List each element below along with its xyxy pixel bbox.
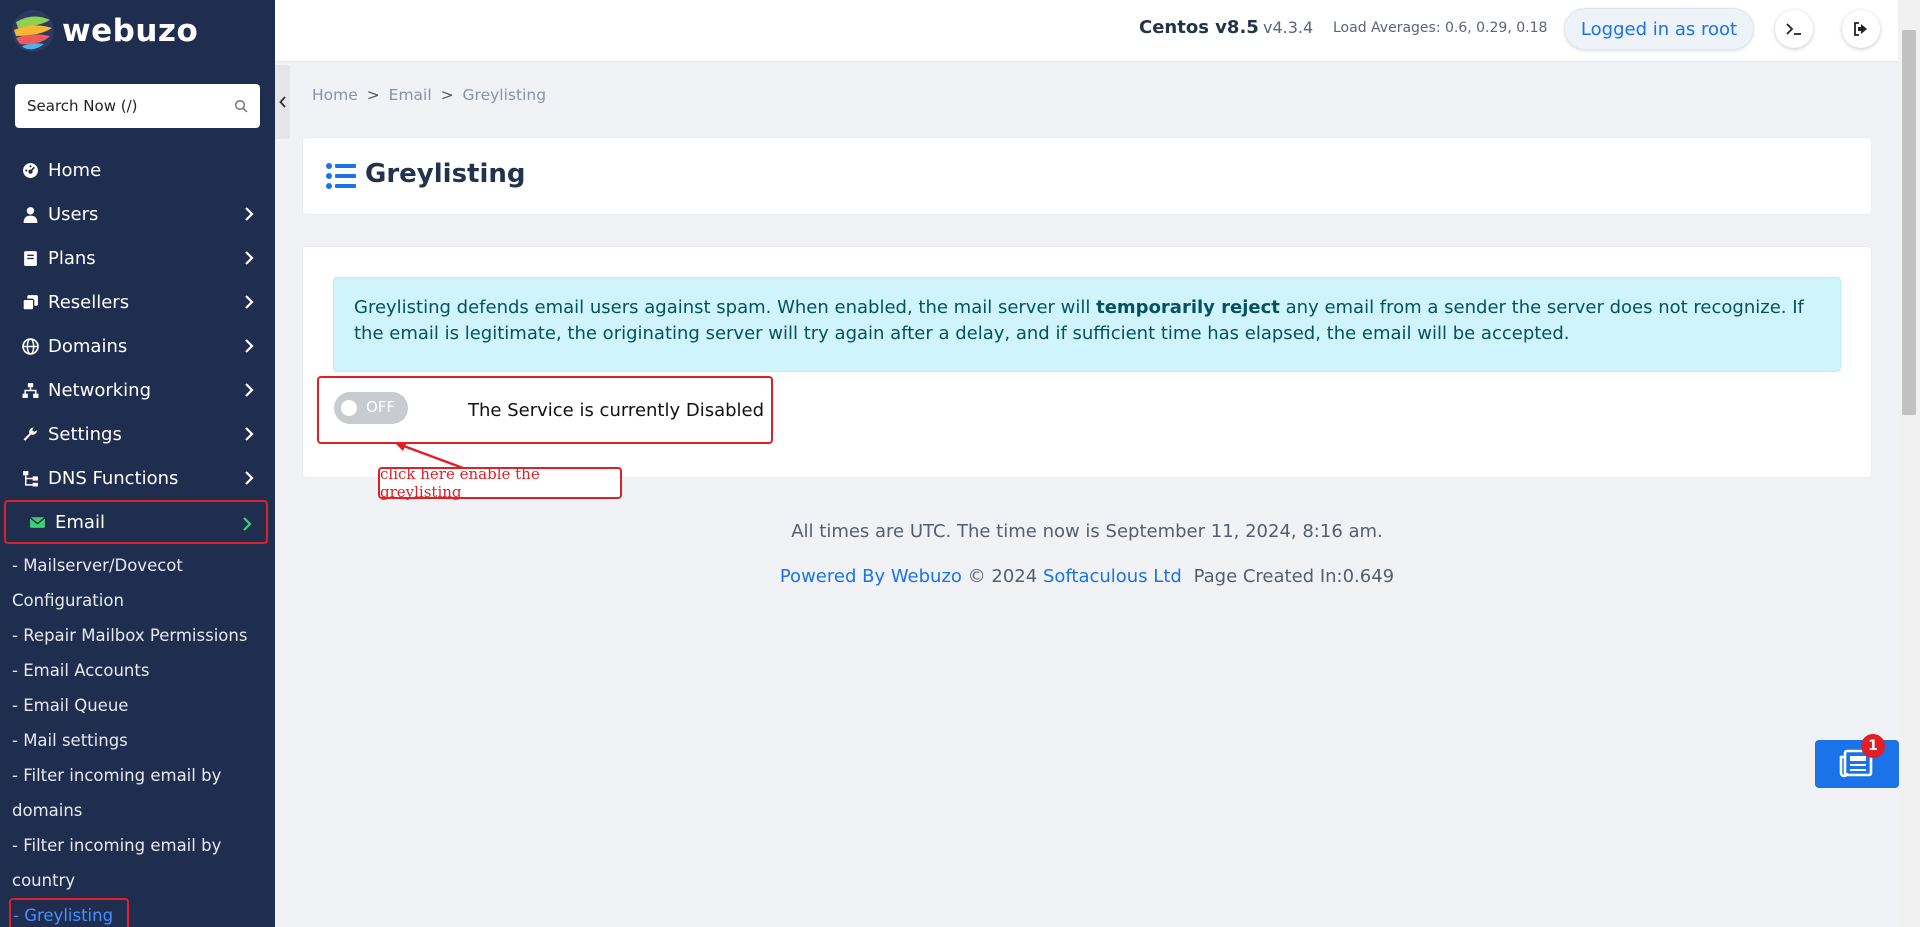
sidebar-item-label: DNS Functions xyxy=(48,467,179,489)
sidebar-item-label: Home xyxy=(48,159,102,181)
chevron-right-icon xyxy=(245,383,254,397)
submenu-filter-country[interactable]: - Filter incoming email by xyxy=(12,828,272,863)
search-box xyxy=(15,84,260,128)
copyright-text: © 2024 xyxy=(967,566,1038,587)
submenu-filter-country-cont[interactable]: country xyxy=(12,863,272,898)
chevron-right-icon xyxy=(245,251,254,265)
sidebar-item-label: Plans xyxy=(48,247,96,269)
copy-icon xyxy=(20,292,40,312)
webuzo-version: v4.3.4 xyxy=(1263,18,1314,37)
breadcrumb-current: Greylisting xyxy=(462,86,547,104)
os-version: Centos v8.5 xyxy=(1139,17,1259,38)
dashboard-icon xyxy=(20,160,40,180)
sidebar-item-dns-functions[interactable]: DNS Functions xyxy=(0,456,275,500)
submenu-filter-domains-cont[interactable]: domains xyxy=(12,793,272,828)
footer-powered: Powered By Webuzo © 2024 Softaculous Ltd… xyxy=(302,566,1872,587)
logo-text: webuzo xyxy=(62,13,199,49)
network-icon xyxy=(20,380,40,400)
sidebar-item-home[interactable]: Home xyxy=(0,148,275,192)
sidebar-item-label: Email xyxy=(55,511,105,533)
sidebar-item-email[interactable]: Email xyxy=(4,500,268,544)
sitemap-icon xyxy=(20,468,40,488)
submenu-email-accounts[interactable]: - Email Accounts xyxy=(12,653,272,688)
logo[interactable]: webuzo xyxy=(10,6,198,56)
scrollbar-thumb[interactable] xyxy=(1902,30,1916,415)
topbar: Centos v8.5 v4.3.4 Load Averages: 0.6, 0… xyxy=(275,0,1920,62)
page-title: Greylisting xyxy=(365,159,526,189)
webuzo-logo-icon xyxy=(12,10,54,52)
breadcrumb-separator: > xyxy=(366,86,380,104)
service-status-text: The Service is currently Disabled xyxy=(468,400,765,421)
chevron-right-icon xyxy=(245,427,254,441)
annotation-label: click here enable the greylisting xyxy=(378,465,622,501)
greylisting-card: Greylisting defends email users against … xyxy=(302,246,1872,478)
logout-icon xyxy=(1854,22,1867,36)
logout-button[interactable] xyxy=(1842,10,1880,48)
breadcrumb-home[interactable]: Home xyxy=(312,86,358,104)
breadcrumb-separator: > xyxy=(440,86,454,104)
info-text-before: Greylisting defends email users against … xyxy=(354,297,1097,318)
info-text-bold: temporarily reject xyxy=(1096,297,1280,318)
info-alert: Greylisting defends email users against … xyxy=(333,277,1841,372)
sidebar-item-networking[interactable]: Networking xyxy=(0,368,275,412)
submenu-email-queue[interactable]: - Email Queue xyxy=(12,688,272,723)
user-icon xyxy=(20,204,40,224)
chevron-right-icon xyxy=(245,295,254,309)
search-icon[interactable] xyxy=(234,99,248,113)
sidebar-item-label: Settings xyxy=(48,423,122,445)
powered-by-link[interactable]: Powered By Webuzo xyxy=(780,566,962,587)
company-link[interactable]: Softaculous Ltd xyxy=(1043,566,1182,587)
wrench-icon xyxy=(20,424,40,444)
chevron-right-icon xyxy=(245,471,254,485)
submenu-mail-settings[interactable]: - Mail settings xyxy=(12,723,272,758)
terminal-button[interactable] xyxy=(1775,10,1813,48)
chevron-right-icon xyxy=(243,517,252,531)
sidebar-item-settings[interactable]: Settings xyxy=(0,412,275,456)
envelope-icon xyxy=(27,512,47,532)
sidebar-item-label: Users xyxy=(48,203,99,225)
globe-icon xyxy=(20,336,40,356)
logged-in-user-button[interactable]: Logged in as root xyxy=(1564,8,1754,50)
submenu-mailserver[interactable]: - Mailserver/Dovecot xyxy=(12,548,272,583)
sidebar: webuzo Home Users Plans xyxy=(0,0,275,927)
submenu-repair-mailbox[interactable]: - Repair Mailbox Permissions xyxy=(12,618,272,653)
submenu-greylisting[interactable]: - Greylisting xyxy=(9,898,130,927)
sidebar-item-label: Networking xyxy=(48,379,151,401)
sidebar-collapse-handle[interactable] xyxy=(275,65,290,139)
greylisting-toggle[interactable]: OFF xyxy=(334,392,408,424)
book-icon xyxy=(20,248,40,268)
terminal-icon xyxy=(1786,23,1801,35)
sidebar-item-label: Domains xyxy=(48,335,128,357)
page-title-card: Greylisting xyxy=(302,137,1872,215)
breadcrumb-email[interactable]: Email xyxy=(389,86,432,104)
news-count-badge: 1 xyxy=(1861,734,1885,758)
load-averages: Load Averages: 0.6, 0.29, 0.18 xyxy=(1333,20,1548,36)
sidebar-item-users[interactable]: Users xyxy=(0,192,275,236)
sidebar-item-plans[interactable]: Plans xyxy=(0,236,275,280)
search-input[interactable] xyxy=(27,97,234,115)
submenu-mailserver-cont[interactable]: Configuration xyxy=(12,583,272,618)
chevron-left-icon xyxy=(278,96,286,108)
sidebar-nav: Home Users Plans Resellers Domains Netwo… xyxy=(0,148,275,544)
email-submenu: - Mailserver/Dovecot Configuration - Rep… xyxy=(9,548,272,927)
chevron-right-icon xyxy=(245,339,254,353)
chevron-right-icon xyxy=(245,207,254,221)
sidebar-item-label: Resellers xyxy=(48,291,130,313)
toggle-state-label: OFF xyxy=(366,398,396,416)
page-created-text: Page Created In:0.649 xyxy=(1193,566,1395,587)
list-icon xyxy=(326,163,356,189)
footer-time: All times are UTC. The time now is Septe… xyxy=(791,521,1383,542)
sidebar-item-resellers[interactable]: Resellers xyxy=(0,280,275,324)
submenu-filter-domains[interactable]: - Filter incoming email by xyxy=(12,758,272,793)
news-button[interactable] xyxy=(1815,740,1899,788)
toggle-highlight-box: OFF The Service is currently Disabled xyxy=(317,376,773,444)
breadcrumb: Home > Email > Greylisting xyxy=(312,86,546,104)
sidebar-item-domains[interactable]: Domains xyxy=(0,324,275,368)
toggle-knob xyxy=(341,400,357,416)
